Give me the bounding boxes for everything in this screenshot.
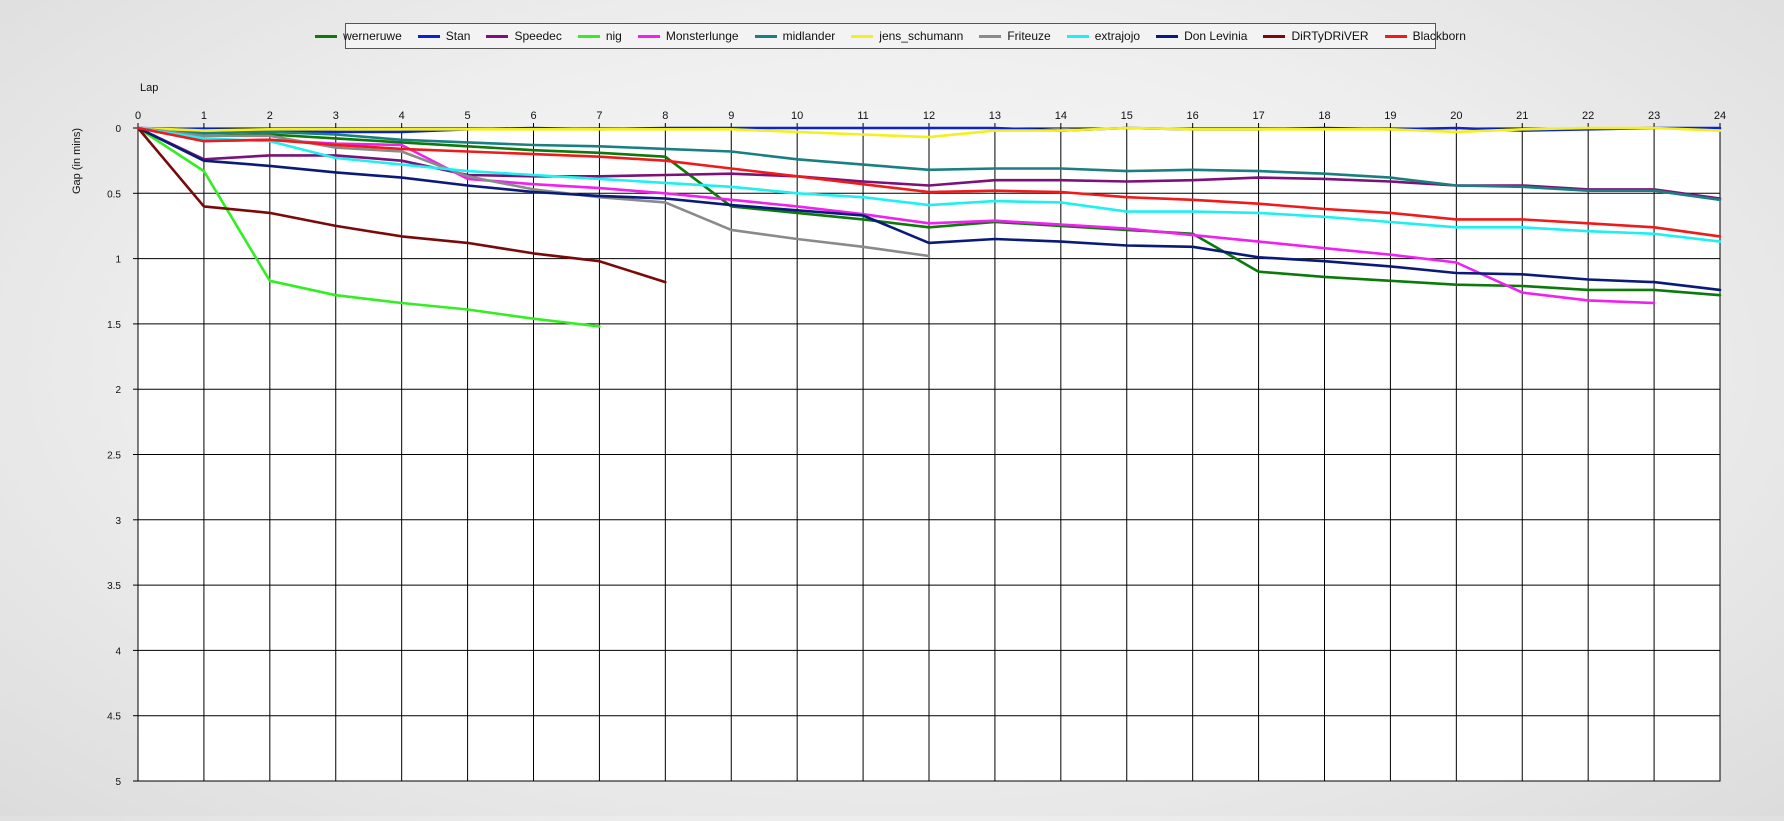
x-tick-label: 13 (989, 110, 1001, 122)
legend-label: DiRTyDRiVER (1291, 29, 1369, 43)
y-tick-label: 1 (115, 255, 121, 266)
legend-label: Friteuze (1007, 29, 1051, 43)
x-tick-label: 5 (465, 110, 471, 122)
y-tick-label: 2.5 (107, 451, 121, 462)
y-tick-label: 0 (115, 124, 121, 135)
legend-label: Don Levinia (1184, 29, 1248, 43)
x-tick-label: 20 (1450, 110, 1462, 122)
x-tick-label: 2 (267, 110, 273, 122)
legend-item: Blackborn (1384, 29, 1466, 43)
x-tick-label: 4 (399, 110, 405, 122)
x-tick-label: 17 (1252, 110, 1264, 122)
legend-item: Friteuze (979, 29, 1051, 43)
y-tick-label: 2 (115, 385, 121, 396)
legend-label: Blackborn (1412, 29, 1466, 43)
legend-label: jens_schumann (879, 29, 964, 43)
legend-swatch (577, 34, 600, 38)
x-tick-label: 22 (1582, 110, 1594, 122)
y-axis-label: Gap (in mins) (71, 128, 83, 194)
legend-item: Speedec (486, 29, 562, 43)
x-tick-label: 11 (857, 110, 868, 122)
x-tick-label: 16 (1187, 110, 1199, 122)
legend-swatch (979, 34, 1002, 38)
legend-item: Monsterlunge (637, 29, 739, 43)
legend-item: midlander (754, 29, 836, 43)
x-tick-label: 0 (135, 110, 141, 122)
x-tick-label: 23 (1648, 110, 1660, 122)
legend-label: Monsterlunge (665, 29, 739, 43)
legend: werneruwe Stan Speedec nig Monsterlunge midla… (315, 23, 1466, 49)
legend-label: werneruwe (343, 29, 402, 43)
x-tick-label: 7 (596, 110, 602, 122)
legend-label: midlander (782, 29, 836, 43)
x-tick-label: 15 (1121, 110, 1133, 122)
x-axis-label: Lap (140, 82, 158, 94)
y-tick-label: 4 (115, 646, 121, 657)
x-tick-label: 9 (728, 110, 734, 122)
x-tick-label: 12 (923, 110, 935, 122)
legend-swatch (1156, 34, 1179, 38)
y-tick-label: 3 (115, 516, 121, 527)
legend-item: extrajojo (1066, 29, 1141, 43)
y-tick-label: 5 (115, 777, 121, 788)
y-tick-label: 3.5 (107, 581, 121, 592)
legend-item: Stan (417, 29, 471, 43)
legend-item: werneruwe (315, 29, 402, 43)
x-tick-label: 19 (1384, 110, 1396, 122)
legend-swatch (754, 34, 777, 38)
legend-swatch (1384, 34, 1407, 38)
legend-label: Stan (445, 29, 471, 43)
x-tick-label: 21 (1516, 110, 1528, 122)
legend-swatch (851, 34, 874, 38)
x-tick-label: 10 (791, 110, 803, 122)
x-tick-label: 24 (1714, 110, 1726, 122)
x-tick-label: 6 (530, 110, 536, 122)
legend-item: jens_schumann (851, 29, 963, 43)
legend-item: Don Levinia (1156, 29, 1247, 43)
legend-item: nig (577, 29, 622, 43)
legend-label: nig (605, 29, 622, 43)
y-tick-label: 0.5 (107, 189, 121, 200)
legend-item: DiRTyDRiVER (1263, 29, 1369, 43)
legend-label: Speedec (514, 29, 562, 43)
legend-swatch (486, 34, 509, 38)
legend-swatch (315, 34, 338, 38)
x-tick-label: 14 (1055, 110, 1067, 122)
y-tick-label: 1.5 (107, 320, 121, 331)
chart-root: werneruwe Stan Speedec nig Monsterlunge midla… (0, 0, 1784, 816)
legend-swatch (1066, 34, 1089, 38)
x-tick-label: 1 (201, 110, 207, 122)
x-tick-label: 8 (662, 110, 668, 122)
x-tick-label: 18 (1318, 110, 1330, 122)
legend-swatch (1263, 34, 1286, 38)
y-tick-label: 4.5 (107, 712, 121, 723)
x-tick-label: 3 (333, 110, 339, 122)
legend-label: extrajojo (1094, 29, 1141, 43)
legend-swatch (417, 34, 440, 38)
legend-swatch (637, 34, 660, 38)
line-chart: 0 1 2 3 4 5 6 7 8 9 10 11 12 13 14 15 16 17 18 19 20 21 22 23 24… (71, 82, 1726, 788)
